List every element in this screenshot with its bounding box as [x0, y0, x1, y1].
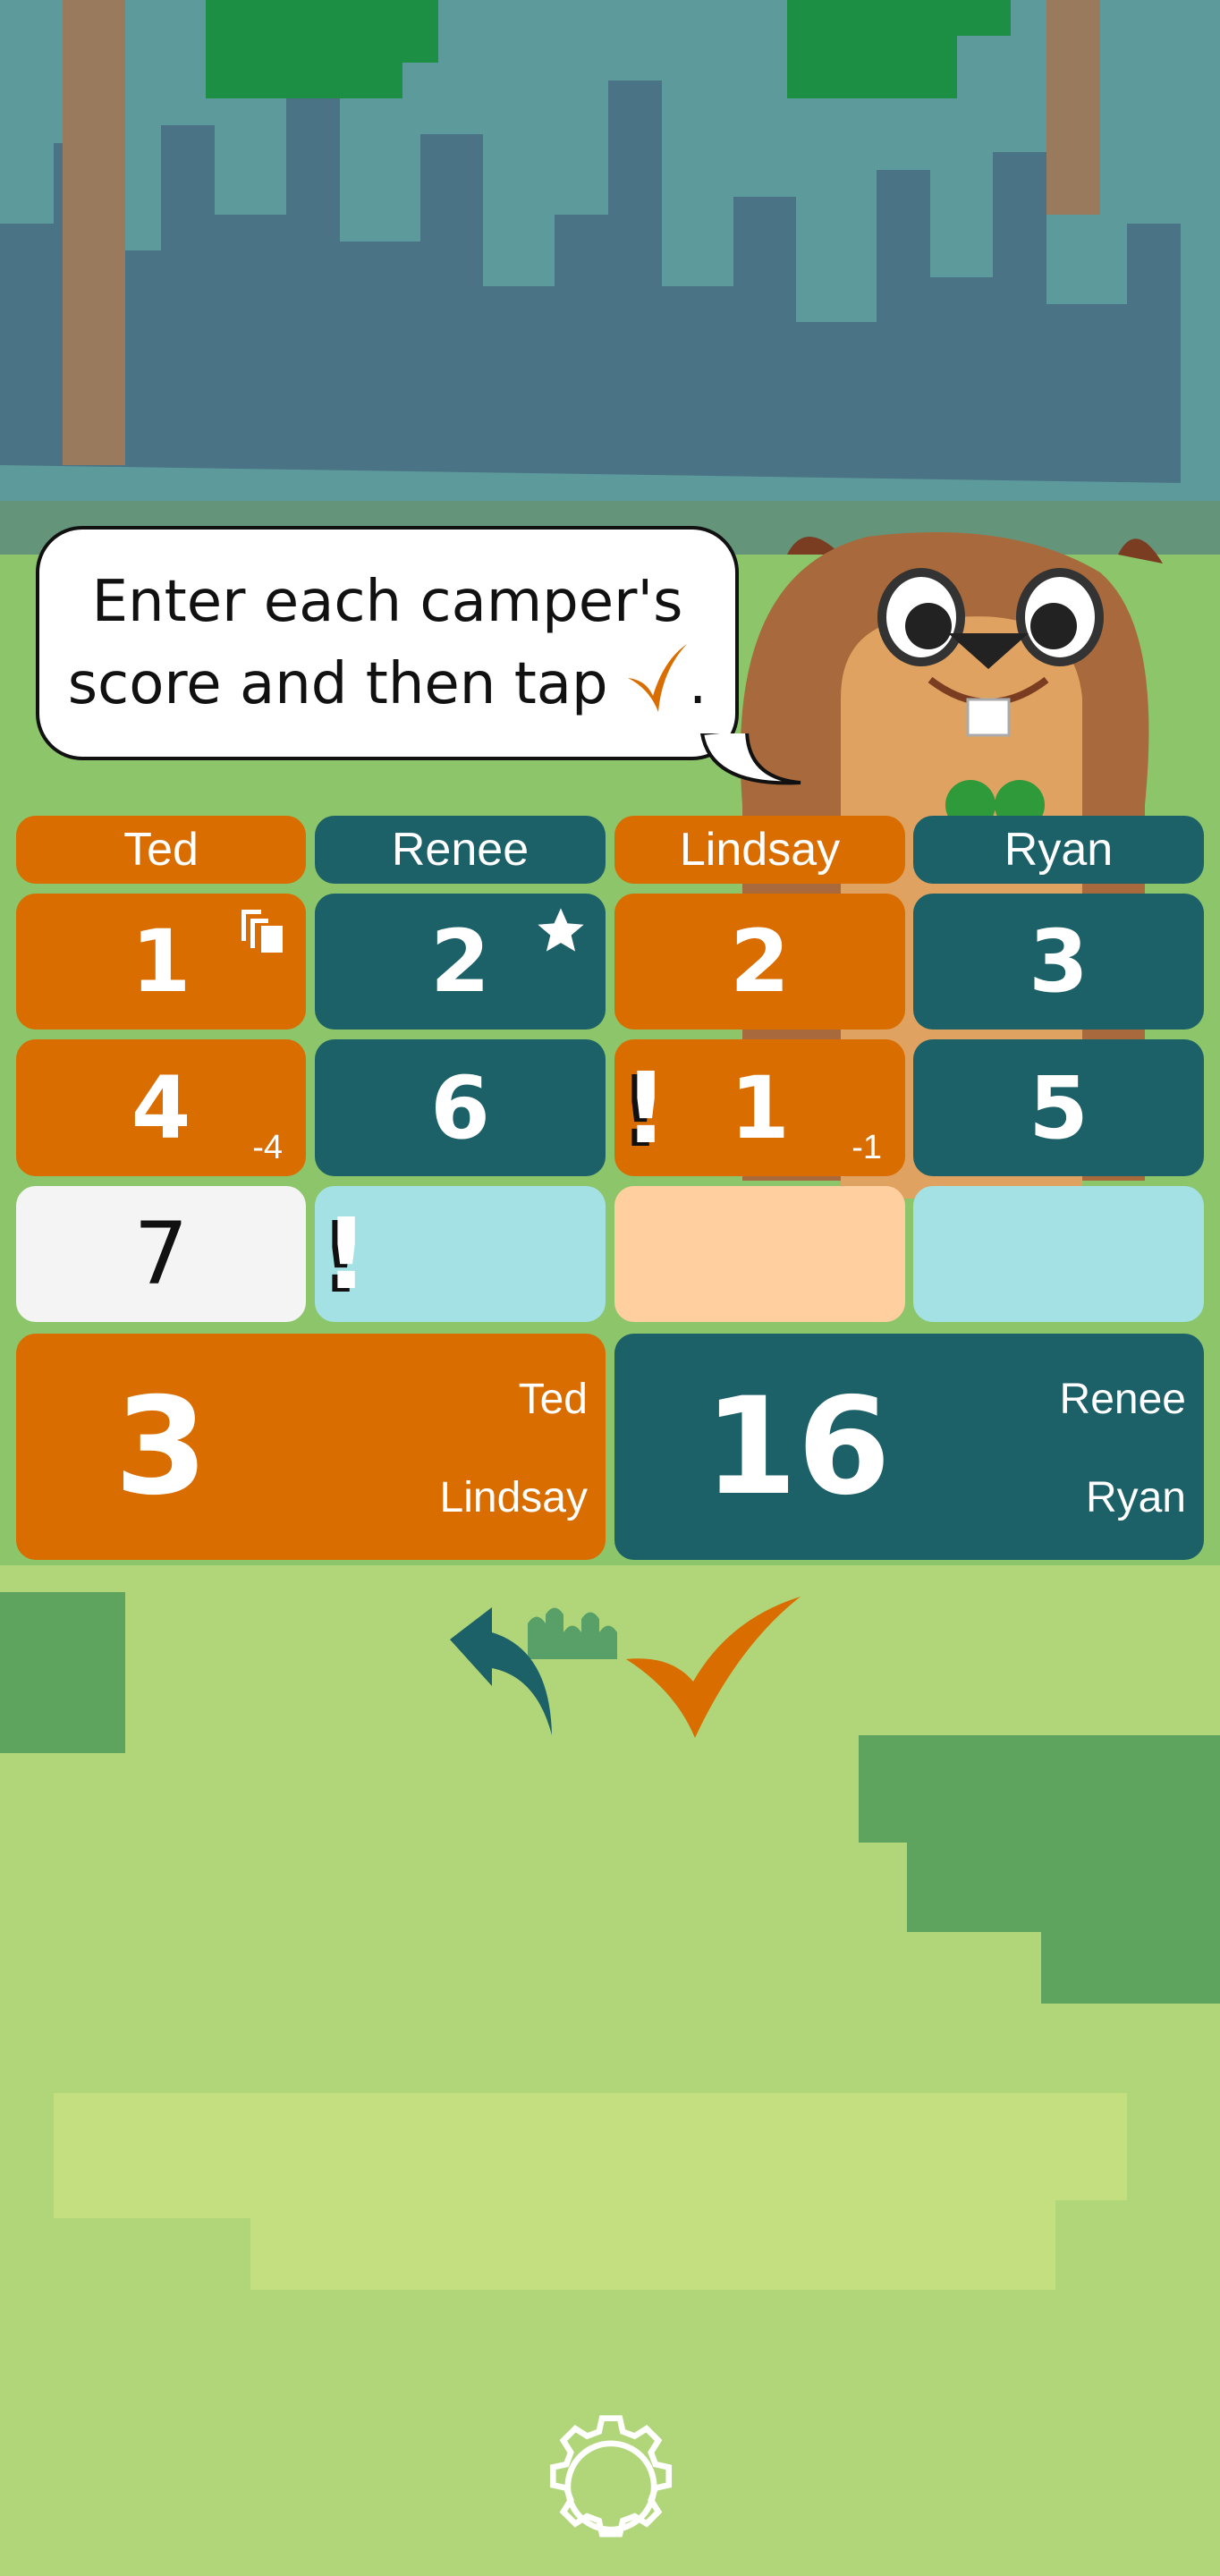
player-header-renee: Renee	[315, 816, 606, 884]
team-total-orange: 3 Ted Lindsay	[16, 1334, 606, 1560]
score-input-ryan[interactable]	[913, 1186, 1204, 1322]
score-value: 1	[730, 1057, 790, 1158]
score-input-renee[interactable]: !	[315, 1186, 606, 1322]
alert-icon: !	[623, 1050, 669, 1165]
penalty-value: -4	[252, 1129, 283, 1166]
instruction-bubble: Enter each camper's score and then tap .	[36, 526, 739, 760]
score-cell-lindsay-round1[interactable]: 2	[614, 894, 905, 1030]
star-icon	[538, 908, 584, 952]
team-total-teal: 16 Renee Ryan	[614, 1334, 1204, 1560]
instruction-period: .	[688, 651, 707, 717]
team-total-score: 16	[704, 1369, 891, 1525]
score-cell-ryan-round2[interactable]: 5	[913, 1039, 1204, 1176]
player-header-ryan: Ryan	[913, 816, 1204, 884]
player-name: Lindsay	[679, 824, 841, 876]
team-member-name: Ted	[518, 1376, 588, 1423]
gear-icon[interactable]	[537, 2412, 685, 2561]
score-cell-ted-round2[interactable]: 4 -4	[16, 1039, 306, 1176]
score-cell-renee-round2[interactable]: 6	[315, 1039, 606, 1176]
score-value: 4	[131, 1057, 191, 1158]
score-value: 2	[730, 911, 790, 1012]
team-member-name: Ryan	[1085, 1474, 1186, 1521]
team-member-name: Renee	[1059, 1376, 1186, 1423]
bubble-tail	[699, 733, 801, 785]
score-input-field[interactable]	[16, 1185, 306, 1323]
score-value: 5	[1029, 1057, 1089, 1158]
instruction-line2: score and then tap	[67, 651, 608, 717]
player-name: Renee	[391, 824, 530, 876]
team-total-score: 3	[114, 1369, 208, 1525]
score-input-lindsay[interactable]	[614, 1186, 905, 1322]
score-value: 3	[1029, 911, 1089, 1012]
score-input-ted[interactable]	[16, 1185, 306, 1323]
score-cell-lindsay-round2[interactable]: ! 1 -1	[614, 1039, 905, 1176]
player-name: Ted	[123, 824, 199, 876]
confirm-checkmark-button[interactable]	[622, 1592, 805, 1744]
player-name: Ryan	[1004, 824, 1114, 876]
cards-icon	[241, 910, 283, 953]
alert-icon: !	[324, 1197, 369, 1311]
player-header-ted: Ted	[16, 816, 306, 884]
score-value: 2	[430, 911, 490, 1012]
player-header-lindsay: Lindsay	[614, 816, 905, 884]
instruction-line1: Enter each camper's	[91, 569, 683, 635]
score-value: 1	[131, 911, 191, 1012]
penalty-value: -1	[851, 1129, 882, 1166]
checkmark-icon	[627, 644, 687, 712]
undo-arrow-icon[interactable]	[443, 1597, 568, 1744]
team-member-name: Lindsay	[439, 1474, 588, 1521]
score-cell-renee-round1[interactable]: 2	[315, 894, 606, 1030]
score-cell-ryan-round1[interactable]: 3	[913, 894, 1204, 1030]
score-value: 6	[430, 1057, 490, 1158]
score-cell-ted-round1[interactable]: 1	[16, 894, 306, 1030]
